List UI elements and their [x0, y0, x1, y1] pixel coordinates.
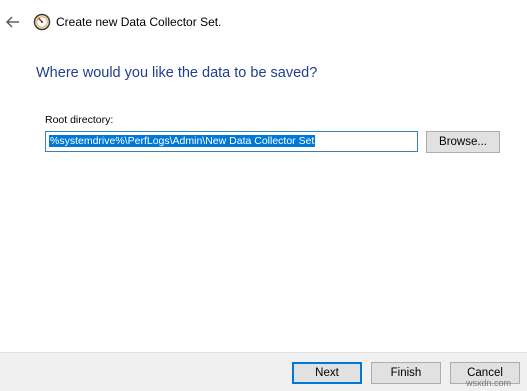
wizard-footer: [0, 352, 527, 391]
performance-monitor-gauge-icon: [33, 13, 51, 31]
title-bar: Create new Data Collector Set.: [0, 0, 527, 44]
finish-button[interactable]: Finish: [371, 362, 441, 384]
root-directory-label: Root directory:: [45, 114, 114, 126]
window-title: Create new Data Collector Set.: [56, 15, 222, 29]
back-arrow-icon[interactable]: [4, 13, 22, 31]
root-directory-value: %systemdrive%\PerfLogs\Admin\New Data Co…: [49, 135, 316, 147]
root-directory-input[interactable]: %systemdrive%\PerfLogs\Admin\New Data Co…: [45, 131, 418, 152]
watermark: wsxdn.com: [466, 378, 512, 388]
next-button[interactable]: Next: [292, 362, 362, 384]
page-heading: Where would you like the data to be save…: [36, 65, 318, 81]
browse-button[interactable]: Browse...: [426, 131, 500, 153]
